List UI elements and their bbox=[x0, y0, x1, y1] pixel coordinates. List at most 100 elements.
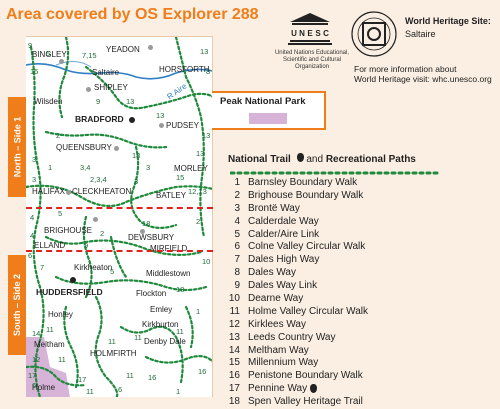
map-trail-number: 7 bbox=[40, 263, 45, 272]
map-trail-number: 6 bbox=[32, 381, 37, 390]
map-trail-number: 4 bbox=[30, 231, 35, 240]
trail-number: 7 bbox=[234, 254, 240, 266]
map-trail-number: 11 bbox=[134, 333, 142, 342]
trails-heading-and: and bbox=[306, 154, 324, 165]
trail-item: 15 Millennium Way bbox=[222, 356, 368, 369]
trail-name: Pennine Way bbox=[248, 383, 308, 395]
city-dot bbox=[70, 277, 76, 283]
north-side-label: North – Side 1 bbox=[12, 116, 23, 178]
trails-heading-part1: National Trail bbox=[228, 154, 291, 165]
place-huddersfield: HUDDERSFIELD bbox=[36, 287, 103, 297]
place-saltaire: Saltaire bbox=[92, 68, 120, 77]
trail-name: Brontë Way bbox=[248, 202, 300, 214]
trail-item: 3 Brontë Way bbox=[222, 202, 368, 215]
unesco-caption: United Nations Educational, Scientific a… bbox=[274, 50, 350, 70]
map-trail-number: 3 bbox=[32, 175, 37, 184]
map-trail-number: 2,3,4 bbox=[90, 175, 107, 184]
place-pudsey: PUDSEY bbox=[166, 121, 199, 130]
map-trail-number: 5 bbox=[58, 209, 63, 218]
map-trail-number: 15 bbox=[176, 173, 185, 182]
peak-park-swatch bbox=[249, 113, 287, 124]
trail-number: 6 bbox=[234, 241, 240, 253]
trail-name: Kirklees Way bbox=[248, 318, 306, 330]
place-emley: Emley bbox=[150, 305, 173, 314]
trail-name: Colne Valley Circular Walk bbox=[248, 241, 366, 253]
trail-name: Penistone Boundary Walk bbox=[248, 370, 363, 382]
place-kirkburton: Kirkburton bbox=[142, 320, 179, 329]
svg-text:C: C bbox=[323, 29, 329, 38]
place-kirkheaton: Kirkheaton bbox=[74, 263, 113, 272]
map-trail-number: 14 bbox=[32, 329, 41, 338]
trail-name: Millennium Way bbox=[248, 357, 319, 369]
trails-heading: National Trail and Recreational Paths bbox=[228, 153, 416, 165]
trail-number: 16 bbox=[228, 370, 240, 382]
sheet-divider bbox=[26, 207, 213, 209]
place-batley: BATLEY bbox=[156, 191, 187, 200]
trail-number: 14 bbox=[228, 344, 240, 356]
whs-site: Saltaire bbox=[405, 29, 436, 39]
town-dot bbox=[93, 217, 98, 222]
place-flockton: Flockton bbox=[136, 289, 167, 298]
trail-name: Dales Way Link bbox=[248, 280, 318, 292]
place-yeadon: YEADON bbox=[106, 45, 140, 54]
town-dot bbox=[159, 123, 164, 128]
map-trail-number: 9 bbox=[28, 41, 33, 50]
trail-item: 4 Calderdale Way bbox=[222, 215, 368, 228]
map-trail-number: 11 bbox=[58, 355, 66, 364]
map-trail-number: 16 bbox=[148, 373, 157, 382]
trail-item: 9 Dales Way Link bbox=[222, 279, 368, 292]
map-trail-number: 11 bbox=[126, 371, 134, 380]
map-trail-number: 2 bbox=[196, 217, 201, 226]
trail-item: 7 Dales High Way bbox=[222, 253, 368, 266]
town-dot bbox=[66, 190, 71, 195]
trail-number: 2 bbox=[234, 189, 240, 201]
trail-name: Dearne Way bbox=[248, 292, 304, 304]
place-cleckheaton: CLECKHEATON bbox=[72, 187, 132, 196]
town-dot bbox=[148, 45, 153, 50]
place-denby-dale: Denby Dale bbox=[144, 337, 186, 346]
trail-number: 1 bbox=[234, 176, 240, 188]
map-trail-number: 11 bbox=[108, 337, 116, 346]
place-honley: Honley bbox=[48, 310, 73, 319]
whs-more-line1: For more information about bbox=[354, 64, 457, 74]
trail-name: Dales High Way bbox=[248, 254, 320, 266]
map-trail-number: 16 bbox=[198, 367, 207, 376]
place-shipley: SHIPLEY bbox=[94, 83, 128, 92]
south-side-tab: South – Side 2 bbox=[8, 255, 26, 355]
place-holmfirth: HOLMFIRTH bbox=[90, 349, 137, 358]
map-trail-number: 17 bbox=[28, 371, 37, 380]
map-trail-number: 13 bbox=[200, 47, 209, 56]
whs-title: World Heritage Site: bbox=[405, 16, 491, 26]
map-trail-number: 3,4 bbox=[80, 163, 91, 172]
whs-more-line2[interactable]: World Heritage visit: whc.unesco.org bbox=[354, 74, 492, 84]
map-trail-number: 10 bbox=[202, 257, 211, 266]
trail-number: 11 bbox=[229, 305, 240, 317]
map-trail-number: 17 bbox=[78, 375, 87, 384]
map-trail-number: 3 bbox=[146, 163, 151, 172]
trail-name: Barnsley Boundary Walk bbox=[248, 176, 358, 188]
place-meltham: Meltham bbox=[34, 340, 65, 349]
map-trail-number: 3 bbox=[134, 177, 139, 186]
trail-number: 8 bbox=[234, 267, 240, 279]
acorn-icon bbox=[296, 153, 304, 162]
town-dot bbox=[114, 146, 119, 151]
map-trail-number: 18 bbox=[132, 151, 141, 160]
place-middlestown: Middlestown bbox=[146, 269, 191, 278]
map-trail-number: 6 bbox=[118, 385, 123, 394]
map-trail-number: 11 bbox=[176, 327, 184, 336]
map-trail-number: 7,15 bbox=[82, 51, 97, 60]
trail-name: Leeds Country Way bbox=[248, 331, 336, 343]
map-trail-number: 3 bbox=[32, 155, 37, 164]
svg-text:E: E bbox=[307, 29, 313, 38]
world-heritage-emblem bbox=[351, 11, 397, 57]
map-trail-number: 13 bbox=[156, 111, 165, 120]
map-trail-number: 6 bbox=[28, 251, 33, 260]
trail-number: 4 bbox=[234, 215, 240, 227]
map-trail-number: 15 bbox=[30, 67, 39, 76]
trail-item: 10 Dearne Way bbox=[222, 292, 368, 305]
map-trail-number: 13 bbox=[196, 149, 205, 158]
south-side-label: South – Side 2 bbox=[12, 273, 23, 337]
place-morley: MORLEY bbox=[174, 164, 208, 173]
trail-item: 13 Leeds Country Way bbox=[222, 331, 368, 344]
trail-item: 17 Pennine Way bbox=[222, 382, 368, 395]
